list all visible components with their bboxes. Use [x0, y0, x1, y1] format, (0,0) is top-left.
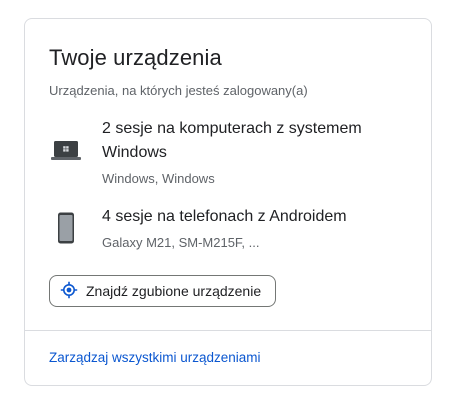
device-name: 2 sesje na komputerach z systemem Window…: [102, 120, 362, 161]
device-detail: Windows, Windows: [102, 171, 215, 186]
card-subtitle: Urządzenia, na których jesteś zalogowany…: [49, 83, 308, 98]
device-text: 4 sesje na telefonach z Androidem Galaxy…: [102, 205, 419, 250]
divider: [25, 330, 431, 331]
card-title: Twoje urządzenia: [49, 45, 222, 70]
device-item-windows[interactable]: 2 sesje na komputerach z systemem Window…: [49, 117, 419, 189]
phone-icon: [49, 211, 83, 245]
location-target-icon: [60, 281, 78, 302]
laptop-icon: [49, 139, 83, 163]
find-lost-device-label: Znajdź zgubione urządzenie: [86, 283, 262, 299]
device-name: 4 sesje na telefonach z Androidem: [102, 208, 347, 225]
devices-card: Twoje urządzenia Urządzenia, na których …: [24, 18, 432, 386]
device-text: 2 sesje na komputerach z systemem Window…: [102, 117, 419, 186]
device-detail: Galaxy M21, SM-M215F, ...: [102, 235, 260, 250]
manage-all-devices-link[interactable]: Zarządzaj wszystkimi urządzeniami: [49, 350, 261, 365]
device-item-android[interactable]: 4 sesje na telefonach z Androidem Galaxy…: [49, 205, 419, 265]
find-lost-device-button[interactable]: Znajdź zgubione urządzenie: [49, 275, 277, 307]
